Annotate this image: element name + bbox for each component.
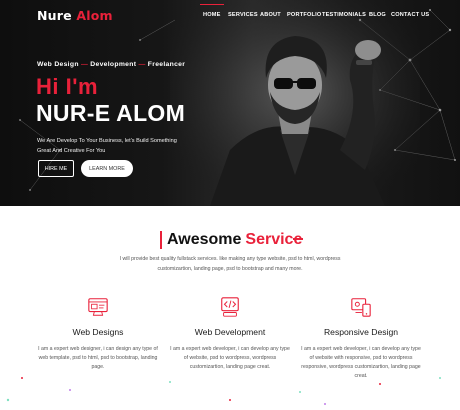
learn-more-button[interactable]: LEARN MORE bbox=[81, 160, 133, 177]
service-card-responsive-design: Responsive Design I am a expert web deve… bbox=[296, 296, 426, 381]
service-text: I am a expert web designer, i can design… bbox=[38, 346, 158, 370]
hero-tagline: Web Design — Development — Freelancer bbox=[37, 61, 185, 68]
tagline-separator: — bbox=[138, 61, 146, 68]
nav-testimonials[interactable]: TESTIMONIALS bbox=[322, 12, 366, 18]
brand-logo[interactable]: Nure Alom bbox=[37, 8, 113, 23]
tagline-role-design: Web Design bbox=[37, 61, 79, 68]
service-title: Responsive Design bbox=[323, 327, 399, 337]
portrait-image bbox=[170, 0, 420, 206]
decorative-dots bbox=[6, 377, 441, 405]
heading-accent-bar bbox=[160, 231, 162, 249]
service-text: I am a expert web developer, i can devel… bbox=[170, 346, 290, 370]
hero-greeting: Hi I'm bbox=[36, 74, 99, 99]
hero-description: We Are Develop To Your Business, let's B… bbox=[37, 138, 177, 154]
tagline-separator: — bbox=[80, 61, 89, 68]
nav-blog[interactable]: BLOG bbox=[369, 12, 386, 18]
nav-contact-us[interactable]: CONTACT US bbox=[391, 12, 429, 18]
brand-logo-part1: Nure bbox=[37, 8, 77, 23]
services-intro: I will provide best quality fullstack se… bbox=[119, 256, 341, 272]
web-development-icon bbox=[221, 297, 239, 317]
service-title: Web Development bbox=[194, 327, 266, 337]
hero-section: Nure Alom HOME SERVICES ABOUT PORTFOLIO … bbox=[0, 0, 460, 206]
tagline-role-development: Development bbox=[90, 61, 137, 68]
service-card-web-design: Web Designs I am a expert web designer, … bbox=[33, 296, 163, 372]
web-design-icon bbox=[88, 298, 108, 316]
services-heading: Awesome Service bbox=[160, 231, 302, 249]
nav-services[interactable]: SERVICES bbox=[228, 12, 258, 18]
responsive-design-icon bbox=[351, 298, 371, 317]
nav-about[interactable]: ABOUT bbox=[260, 12, 281, 18]
hero-name: NUR-E ALOM bbox=[36, 100, 186, 126]
brand-logo-part2: Alom bbox=[76, 8, 113, 23]
services-heading-part1: Awesome bbox=[167, 231, 242, 248]
tagline-role-freelancer: Freelancer bbox=[147, 61, 186, 68]
nav-portfolio[interactable]: PORTFOLIO bbox=[287, 12, 321, 18]
hire-me-button[interactable]: HIRE ME bbox=[38, 160, 74, 177]
heading-accent-line bbox=[293, 238, 303, 240]
service-card-web-development: Web Development I am a expert web develo… bbox=[165, 296, 295, 372]
nav-home[interactable]: HOME bbox=[200, 4, 224, 18]
service-title: Web Designs bbox=[72, 327, 124, 337]
services-heading-part2: Service bbox=[245, 231, 303, 248]
